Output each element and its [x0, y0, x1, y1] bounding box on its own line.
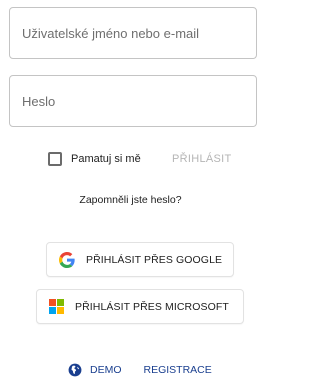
microsoft-login-label: PŘIHLÁSIT PŘES MICROSOFT [75, 300, 229, 313]
remember-me-checkbox[interactable] [48, 152, 62, 166]
microsoft-logo-icon [48, 299, 64, 315]
globe-icon [68, 363, 82, 377]
remember-me-row[interactable]: Pamatuj si mě [48, 149, 141, 169]
login-page: Pamatuj si mě PŘIHLÁSIT Zapomněli jste h… [0, 0, 261, 378]
register-link[interactable]: REGISTRACE [144, 364, 212, 376]
microsoft-login-button[interactable]: PŘIHLÁSIT PŘES MICROSOFT [36, 289, 244, 324]
username-field[interactable] [9, 7, 257, 59]
password-field[interactable] [9, 75, 257, 127]
login-button[interactable]: PŘIHLÁSIT [170, 149, 234, 169]
remember-me-label[interactable]: Pamatuj si mě [71, 153, 141, 165]
username-input[interactable] [10, 8, 256, 58]
forgot-password-link[interactable]: Zapomněli jste heslo? [0, 194, 261, 206]
demo-link[interactable]: DEMO [68, 363, 122, 377]
footer-links: DEMO REGISTRACE [68, 362, 212, 378]
google-login-label: PŘIHLÁSIT PŘES GOOGLE [86, 253, 223, 266]
password-input[interactable] [10, 76, 256, 126]
google-g-icon [59, 251, 75, 268]
google-login-button[interactable]: PŘIHLÁSIT PŘES GOOGLE [46, 242, 234, 277]
demo-label: DEMO [90, 364, 122, 376]
